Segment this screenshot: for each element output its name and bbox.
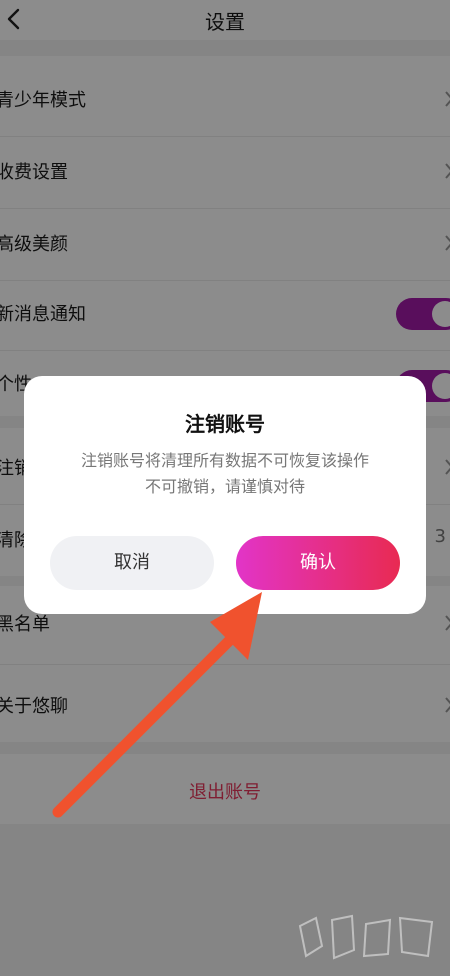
cancel-button[interactable]: 取消 — [50, 536, 214, 590]
confirm-button[interactable]: 确认 — [236, 536, 400, 590]
watermark-icon — [298, 914, 434, 960]
deactivate-account-dialog: 注销账号 注销账号将清理所有数据不可恢复该操作不可撤销，请谨慎对待 取消 确认 — [24, 376, 426, 614]
dialog-message: 注销账号将清理所有数据不可恢复该操作不可撤销，请谨慎对待 — [80, 451, 369, 496]
dialog-title: 注销账号 — [185, 412, 265, 436]
